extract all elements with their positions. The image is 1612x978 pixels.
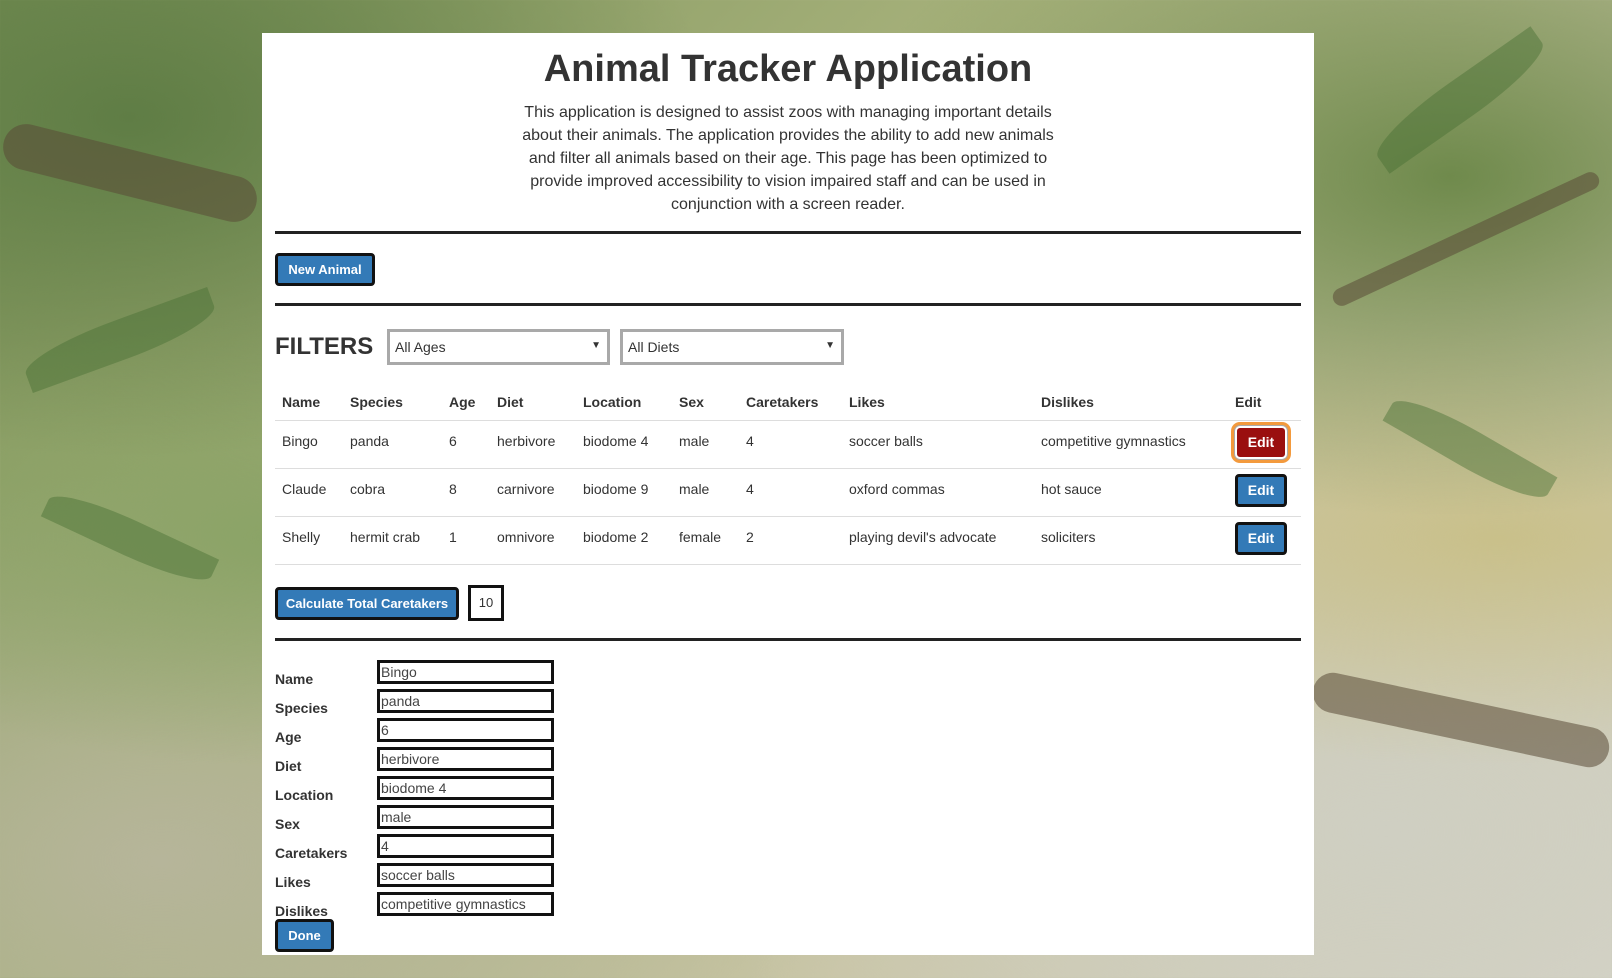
cell-caretakers: 4 — [739, 468, 842, 517]
diet-label: Diet — [275, 758, 302, 774]
sex-label: Sex — [275, 816, 300, 832]
edit-button-bingo[interactable]: Edit — [1235, 426, 1287, 459]
main-panel: Animal Tracker Application This applicat… — [262, 33, 1314, 955]
table-row: Bingo panda 6 herbivore biodome 4 male 4… — [275, 420, 1301, 469]
cell-dislikes: hot sauce — [1034, 468, 1228, 517]
background-branch — [1329, 169, 1603, 309]
species-label: Species — [275, 700, 328, 716]
animals-table: Name Species Age Diet Location Sex Caret… — [275, 384, 1301, 565]
cell-sex: female — [672, 516, 739, 565]
column-header-diet: Diet — [490, 384, 576, 421]
column-header-age: Age — [442, 384, 490, 421]
cell-likes: playing devil's advocate — [842, 516, 1034, 565]
cell-likes: oxford commas — [842, 468, 1034, 517]
caretakers-label: Caretakers — [275, 845, 348, 861]
background-branch — [0, 119, 262, 227]
table-header-row: Name Species Age Diet Location Sex Caret… — [275, 384, 1301, 421]
species-field[interactable]: panda — [377, 689, 554, 713]
diet-filter-select[interactable]: All Diets ▼ — [620, 329, 844, 365]
cell-sex: male — [672, 420, 739, 469]
column-header-caretakers: Caretakers — [739, 384, 842, 421]
age-label: Age — [275, 729, 302, 745]
cell-diet: omnivore — [490, 516, 576, 565]
column-header-edit: Edit — [1228, 384, 1301, 421]
cell-likes: soccer balls — [842, 420, 1034, 469]
background-branch — [1309, 669, 1612, 771]
cell-species: cobra — [343, 468, 442, 517]
cell-diet: herbivore — [490, 420, 576, 469]
cell-caretakers: 2 — [739, 516, 842, 565]
cell-edit: Edit — [1228, 468, 1301, 517]
cell-dislikes: soliciters — [1034, 516, 1228, 565]
table-row: Shelly hermit crab 1 omnivore biodome 2 … — [275, 516, 1301, 565]
divider — [275, 638, 1301, 641]
age-filter-select[interactable]: All Ages ▼ — [387, 329, 610, 365]
dislikes-field[interactable]: competitive gymnastics — [377, 892, 554, 916]
caretakers-total-output: 10 — [468, 585, 504, 621]
cell-dislikes: competitive gymnastics — [1034, 420, 1228, 469]
table-row: Claude cobra 8 carnivore biodome 9 male … — [275, 468, 1301, 517]
cell-age: 6 — [442, 420, 490, 469]
cell-age: 8 — [442, 468, 490, 517]
cell-sex: male — [672, 468, 739, 517]
cell-location: biodome 2 — [576, 516, 672, 565]
cell-location: biodome 9 — [576, 468, 672, 517]
column-header-species: Species — [343, 384, 442, 421]
edit-button-shelly[interactable]: Edit — [1235, 522, 1287, 555]
cell-species: panda — [343, 420, 442, 469]
caret-down-icon: ▼ — [591, 340, 601, 351]
column-header-dislikes: Dislikes — [1034, 384, 1228, 421]
caretakers-field[interactable]: 4 — [377, 834, 554, 858]
done-button[interactable]: Done — [275, 919, 334, 952]
likes-field[interactable]: soccer balls — [377, 863, 554, 887]
name-label: Name — [275, 671, 314, 687]
filters-title: FILTERS — [275, 333, 374, 360]
likes-label: Likes — [275, 874, 311, 890]
page-title: Animal Tracker Application — [543, 48, 1033, 90]
location-label: Location — [275, 787, 334, 803]
age-filter-value: All Ages — [395, 339, 446, 355]
background-leaf — [1382, 387, 1558, 511]
cell-caretakers: 4 — [739, 420, 842, 469]
diet-filter-value: All Diets — [628, 339, 680, 355]
sex-field[interactable]: male — [377, 805, 554, 829]
cell-diet: carnivore — [490, 468, 576, 517]
cell-name: Claude — [275, 468, 343, 517]
background-leaf — [40, 483, 220, 593]
column-header-likes: Likes — [842, 384, 1034, 421]
column-header-sex: Sex — [672, 384, 739, 421]
location-field[interactable]: biodome 4 — [377, 776, 554, 800]
column-header-name: Name — [275, 384, 343, 421]
caret-down-icon: ▼ — [825, 340, 835, 351]
column-header-location: Location — [576, 384, 672, 421]
dislikes-label: Dislikes — [275, 903, 328, 919]
age-field[interactable]: 6 — [377, 718, 554, 742]
intro-text: This application is designed to assist z… — [522, 104, 1054, 213]
cell-location: biodome 4 — [576, 420, 672, 469]
cell-edit: Edit — [1228, 516, 1301, 565]
name-field[interactable]: Bingo — [377, 660, 554, 684]
divider — [275, 303, 1301, 306]
divider — [275, 231, 1301, 234]
calculate-caretakers-button[interactable]: Calculate Total Caretakers — [275, 587, 459, 620]
new-animal-button[interactable]: New Animal — [275, 253, 375, 286]
background-leaf — [19, 287, 221, 393]
cell-name: Shelly — [275, 516, 343, 565]
cell-species: hermit crab — [343, 516, 442, 565]
background-leaf — [1366, 26, 1554, 174]
cell-edit: Edit — [1228, 420, 1301, 469]
cell-name: Bingo — [275, 420, 343, 469]
cell-age: 1 — [442, 516, 490, 565]
diet-field[interactable]: herbivore — [377, 747, 554, 771]
edit-button-claude[interactable]: Edit — [1235, 474, 1287, 507]
